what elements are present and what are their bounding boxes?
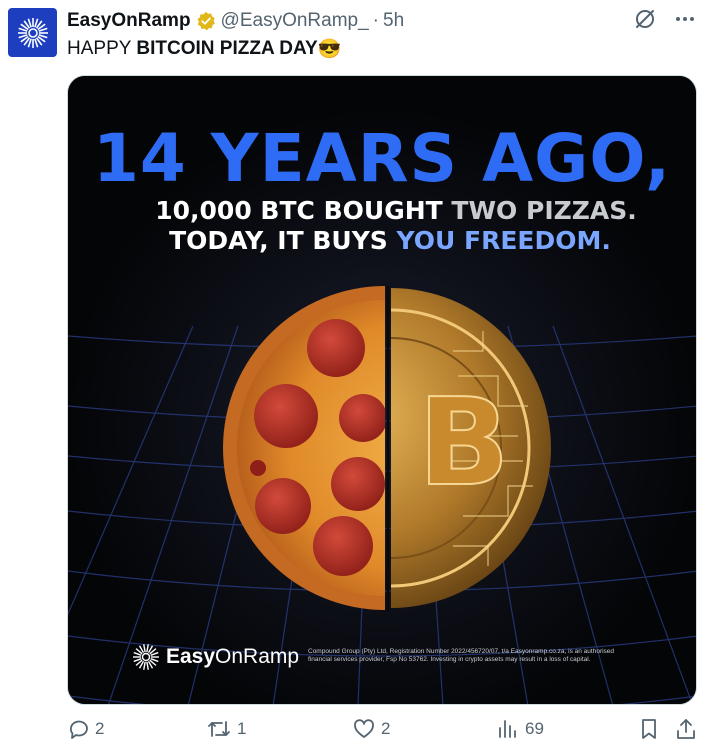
- handle[interactable]: @EasyOnRamp_: [221, 10, 369, 32]
- like-icon: [354, 719, 374, 738]
- reply-count: 2: [95, 719, 105, 738]
- repost-button[interactable]: 1: [207, 718, 246, 740]
- svg-text:B: B: [418, 374, 509, 513]
- share-button[interactable]: [675, 718, 697, 740]
- share-icon: [677, 719, 695, 739]
- post-text: HAPPY BITCOIN PIZZA DAY 😎: [67, 37, 341, 61]
- image-subline-2: TODAY, IT BUYS YOU FREEDOM.: [76, 226, 696, 255]
- repost-count: 1: [237, 719, 247, 738]
- like-count: 2: [381, 719, 391, 738]
- image-subline-1-part-2: TWO PIZZAS.: [451, 196, 637, 225]
- image-subline-1: 10,000 BTC BOUGHT TWO PIZZAS.: [82, 196, 696, 225]
- post-top-actions: [634, 8, 696, 30]
- views-button[interactable]: 69: [497, 718, 544, 740]
- reply-icon: [70, 720, 88, 739]
- image-subline-1-part-1: 10,000 BTC BOUGHT: [155, 196, 443, 225]
- repost-icon: [208, 721, 230, 737]
- easyonramp-logo-icon: [133, 644, 159, 670]
- timestamp[interactable]: 5h: [383, 10, 404, 32]
- easyonramp-logo-icon: [17, 17, 48, 48]
- like-button[interactable]: 2: [353, 718, 390, 740]
- grok-icon[interactable]: [634, 8, 656, 30]
- legal-disclaimer: Compound Group (Pty) Ltd, Registration N…: [308, 648, 615, 663]
- post-text-bold: BITCOIN PIZZA DAY: [136, 38, 318, 59]
- image-subline-2-part-1: TODAY, IT BUYS: [169, 226, 388, 255]
- more-icon[interactable]: [674, 8, 696, 30]
- display-name[interactable]: EasyOnRamp: [67, 10, 191, 32]
- image-subline-2-part-2: YOU FREEDOM.: [396, 226, 611, 255]
- verified-badge-icon: [197, 11, 215, 31]
- views-icon: [499, 720, 516, 738]
- image-headline: 14 YEARS AGO,: [92, 120, 672, 197]
- bookmark-button[interactable]: [639, 718, 659, 740]
- post-text-plain: HAPPY: [67, 38, 132, 59]
- bookmark-icon: [642, 719, 656, 739]
- separator: ·: [372, 10, 379, 31]
- sunglasses-emoji: 😎: [317, 39, 342, 60]
- image-brand: EasyOnRamp: [132, 643, 299, 671]
- brand-name: EasyOnRamp: [166, 645, 300, 668]
- reply-button[interactable]: 2: [67, 718, 104, 740]
- post-header: EasyOnRamp @EasyOnRamp_ · 5h: [67, 9, 404, 33]
- post-image[interactable]: B 14 YEARS AGO, 10,000 BTC BOUGHT TWO PI…: [67, 75, 697, 705]
- post-action-bar: 2 1 2 69: [67, 718, 707, 748]
- avatar[interactable]: [8, 8, 57, 57]
- view-count: 69: [525, 719, 544, 738]
